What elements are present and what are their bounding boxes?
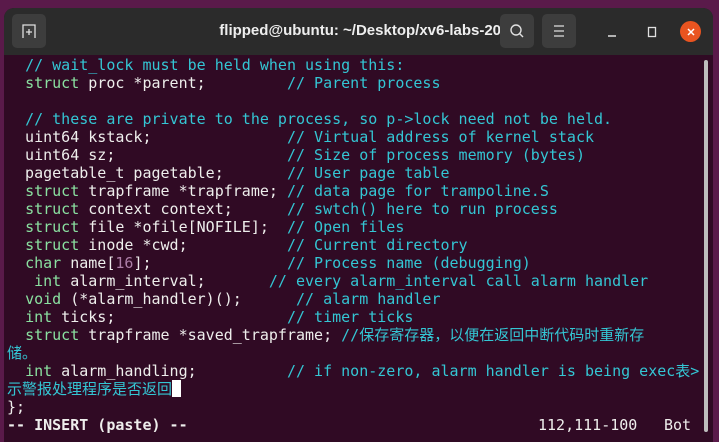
code-comment: // these are private to the process, so …	[25, 110, 613, 128]
code-line: // these are private to the process, so …	[7, 110, 699, 128]
code-text: alarm_handling;	[52, 362, 287, 380]
code-line: char name[16]; // Process name (debuggin…	[7, 254, 699, 272]
code-text: ];	[133, 254, 287, 272]
code-text: trapframe *saved_trapframe;	[79, 326, 342, 344]
code-keyword: char	[25, 254, 62, 272]
code-keyword: void	[25, 290, 62, 308]
code-comment: // every alarm_interval call alarm handl…	[268, 272, 649, 290]
code-comment: // Parent process	[286, 74, 441, 92]
code-line: 示警报处理程序是否返回	[7, 380, 699, 398]
code-comment: // swtch() here to run process	[286, 200, 558, 218]
search-icon	[510, 24, 524, 38]
code-text: name[	[61, 254, 116, 272]
code-keyword: struct	[25, 182, 80, 200]
code-line: // wait_lock must be held when using thi…	[7, 56, 699, 74]
code-text: alarm_interval;	[61, 272, 269, 290]
code-line: pagetable_t pagetable; // User page tabl…	[7, 164, 699, 182]
maximize-icon	[647, 26, 657, 38]
code-line: int ticks; // timer ticks	[7, 308, 699, 326]
code-comment: // Virtual address of kernel stack	[286, 128, 595, 146]
code-keyword: struct	[25, 236, 80, 254]
code-comment: // Current directory	[286, 236, 468, 254]
scrollbar[interactable]	[704, 60, 708, 432]
code-comment: // Process name (debugging)	[286, 254, 531, 272]
hamburger-menu-icon	[554, 25, 564, 37]
code-text: trapframe *trapframe;	[79, 182, 287, 200]
code-comment: // Size of process memory (bytes)	[286, 146, 585, 164]
code-text: ticks;	[52, 308, 287, 326]
code-line: struct proc *parent; // Parent process	[7, 74, 699, 92]
code-keyword: int	[25, 362, 53, 380]
code-text: };	[7, 398, 26, 416]
code-comment: // if non-zero, alarm handler is being e…	[286, 362, 700, 380]
search-button[interactable]	[500, 14, 534, 48]
vim-editor[interactable]: // wait_lock must be held when using thi…	[7, 56, 699, 434]
code-comment: 示警报处理程序是否返回	[7, 380, 173, 398]
code-text: uint64 kstack;	[7, 128, 287, 146]
close-icon	[686, 27, 695, 36]
code-comment: // User page table	[286, 164, 450, 182]
code-line: int alarm_interval; // every alarm_inter…	[7, 272, 699, 290]
code-text: context context;	[79, 200, 287, 218]
code-comment: 储。	[7, 344, 38, 362]
code-comment: // wait_lock must be held when using thi…	[25, 56, 405, 74]
code-keyword: struct	[25, 200, 80, 218]
minimize-button[interactable]	[602, 22, 622, 42]
code-line: struct trapframe *trapframe; // data pag…	[7, 182, 699, 200]
code-text: file *ofile[NOFILE];	[79, 218, 287, 236]
status-line: -- INSERT (paste) -- 112,111-100 Bot	[7, 416, 699, 434]
code-text: (*alarm_handler)();	[61, 290, 296, 308]
code-comment: // alarm handler	[296, 290, 441, 308]
code-number: 16	[115, 254, 134, 272]
code-line: uint64 kstack; // Virtual address of ker…	[7, 128, 699, 146]
code-line: struct context context; // swtch() here …	[7, 200, 699, 218]
close-button[interactable]	[680, 21, 701, 42]
code-line: 储。	[7, 344, 699, 362]
text-cursor	[172, 380, 182, 397]
code-comment: // Open files	[286, 218, 405, 236]
code-line: int alarm_handling; // if non-zero, alar…	[7, 362, 699, 380]
terminal-window: flipped@ubuntu: ~/Desktop/xv6-labs-2021 …	[4, 8, 713, 442]
title-bar: flipped@ubuntu: ~/Desktop/xv6-labs-2021	[4, 8, 713, 55]
code-keyword: struct	[25, 218, 80, 236]
minimize-icon	[608, 35, 616, 37]
code-line: void (*alarm_handler)(); // alarm handle…	[7, 290, 699, 308]
code-comment: //保存寄存器，以便在返回中断代码时重新存	[341, 326, 645, 344]
code-line: uint64 sz; // Size of process memory (by…	[7, 146, 699, 164]
code-keyword: int	[25, 308, 53, 326]
code-text: pagetable_t pagetable;	[7, 164, 287, 182]
code-keyword: int	[34, 272, 62, 290]
scroll-position: Bot	[664, 416, 692, 434]
code-line: struct trapframe *saved_trapframe; //保存寄…	[7, 326, 699, 344]
maximize-button[interactable]	[642, 22, 662, 42]
code-text: uint64 sz;	[7, 146, 287, 164]
code-comment: // timer ticks	[286, 308, 414, 326]
mode-indicator: -- INSERT (paste) --	[7, 416, 188, 434]
code-line: };	[7, 398, 699, 416]
code-keyword: struct	[25, 74, 80, 92]
code-line: struct inode *cwd; // Current directory	[7, 236, 699, 254]
cursor-position: 112,111-100	[538, 416, 638, 434]
code-text: proc *parent;	[79, 74, 287, 92]
code-keyword: struct	[25, 326, 80, 344]
code-line: struct file *ofile[NOFILE]; // Open file…	[7, 218, 699, 236]
code-text: inode *cwd;	[79, 236, 287, 254]
menu-button[interactable]	[542, 14, 576, 48]
code-comment: // data page for trampoline.S	[286, 182, 549, 200]
